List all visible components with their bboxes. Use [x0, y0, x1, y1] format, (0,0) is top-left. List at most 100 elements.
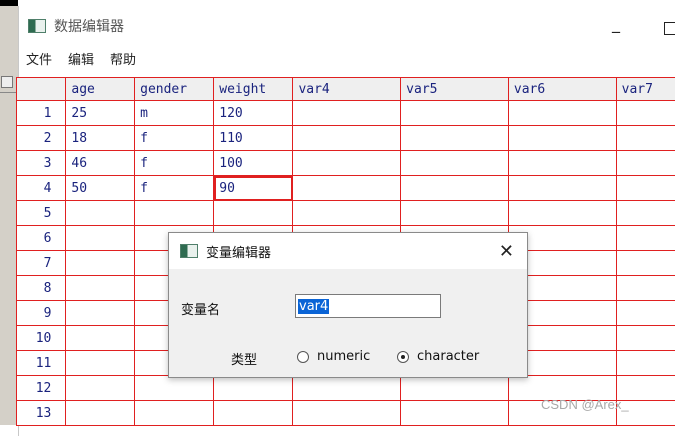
grid-cell[interactable]: [135, 376, 214, 401]
menu-help[interactable]: 帮助: [110, 49, 136, 68]
grid-cell[interactable]: [401, 176, 509, 201]
column-header[interactable]: age: [66, 78, 135, 101]
table-row: 218f110: [17, 126, 675, 151]
grid-cell[interactable]: [616, 201, 675, 226]
grid-cell[interactable]: [293, 176, 401, 201]
dialog-title: 变量编辑器: [206, 242, 271, 261]
grid-cell[interactable]: [616, 276, 675, 301]
row-header[interactable]: 13: [17, 401, 66, 426]
grid-cell[interactable]: [66, 351, 135, 376]
row-header[interactable]: 4: [17, 176, 66, 201]
grid-cell[interactable]: [66, 251, 135, 276]
grid-cell[interactable]: f: [135, 151, 214, 176]
grid-cell[interactable]: [616, 101, 675, 126]
grid-cell[interactable]: [401, 126, 509, 151]
close-icon[interactable]: ✕: [499, 241, 514, 262]
grid-cell[interactable]: [508, 101, 616, 126]
background-strip: [0, 0, 18, 6]
grid-cell[interactable]: [616, 326, 675, 351]
grid-cell[interactable]: [401, 151, 509, 176]
grid-cell[interactable]: [616, 301, 675, 326]
column-header[interactable]: var6: [508, 78, 616, 101]
grid-cell[interactable]: 100: [214, 151, 293, 176]
column-header[interactable]: weight: [214, 78, 293, 101]
grid-cell[interactable]: [293, 401, 401, 426]
grid-cell[interactable]: [508, 151, 616, 176]
grid-cell[interactable]: [616, 251, 675, 276]
corner-cell[interactable]: [17, 78, 66, 101]
grid-cell[interactable]: [401, 376, 509, 401]
grid-cell[interactable]: [135, 401, 214, 426]
row-header[interactable]: 1: [17, 101, 66, 126]
variable-name-label: 变量名: [181, 299, 220, 318]
grid-cell[interactable]: [293, 151, 401, 176]
minimize-button[interactable]: _: [612, 14, 620, 33]
grid-cell[interactable]: [293, 126, 401, 151]
grid-cell[interactable]: [66, 226, 135, 251]
row-header[interactable]: 10: [17, 326, 66, 351]
grid-cell[interactable]: 120: [214, 101, 293, 126]
grid-cell[interactable]: [616, 151, 675, 176]
grid-cell[interactable]: [66, 301, 135, 326]
grid-cell[interactable]: 25: [66, 101, 135, 126]
radio-checked-icon: [397, 351, 409, 363]
grid-cell[interactable]: f: [135, 176, 214, 201]
grid-cell[interactable]: 46: [66, 151, 135, 176]
radio-character[interactable]: character: [397, 349, 479, 364]
radio-label: character: [417, 349, 479, 364]
row-header[interactable]: 8: [17, 276, 66, 301]
row-header[interactable]: 11: [17, 351, 66, 376]
grid-cell[interactable]: 18: [66, 126, 135, 151]
app-icon: [180, 244, 198, 258]
grid-cell[interactable]: [401, 201, 509, 226]
row-header[interactable]: 9: [17, 301, 66, 326]
grid-cell[interactable]: [401, 101, 509, 126]
row-header[interactable]: 6: [17, 226, 66, 251]
grid-cell[interactable]: [214, 201, 293, 226]
grid-cell[interactable]: 90: [214, 176, 293, 201]
column-header[interactable]: var4: [293, 78, 401, 101]
grid-cell[interactable]: [293, 101, 401, 126]
grid-cell[interactable]: [616, 351, 675, 376]
grid-cell[interactable]: [293, 376, 401, 401]
grid-cell[interactable]: [214, 376, 293, 401]
grid-cell[interactable]: [616, 226, 675, 251]
background-window-icon: [1, 76, 13, 88]
grid-cell[interactable]: [508, 126, 616, 151]
menu-edit[interactable]: 编辑: [68, 49, 94, 68]
grid-cell[interactable]: [293, 201, 401, 226]
variable-name-value: var4: [298, 299, 329, 314]
grid-cell[interactable]: [66, 401, 135, 426]
grid-cell[interactable]: m: [135, 101, 214, 126]
column-header[interactable]: var5: [401, 78, 509, 101]
grid-cell[interactable]: [508, 176, 616, 201]
row-header[interactable]: 5: [17, 201, 66, 226]
row-header[interactable]: 12: [17, 376, 66, 401]
variable-name-input[interactable]: var4: [295, 294, 441, 318]
row-header[interactable]: 3: [17, 151, 66, 176]
row-header[interactable]: 7: [17, 251, 66, 276]
grid-cell[interactable]: [66, 326, 135, 351]
menu-file[interactable]: 文件: [26, 49, 52, 68]
window-title: 数据编辑器: [54, 16, 124, 36]
watermark: CSDN @Arex_: [541, 397, 629, 412]
maximize-button[interactable]: [664, 22, 675, 35]
row-header[interactable]: 2: [17, 126, 66, 151]
table-row: 346f100: [17, 151, 675, 176]
grid-cell[interactable]: [66, 276, 135, 301]
grid-cell[interactable]: [66, 376, 135, 401]
column-header[interactable]: var7: [616, 78, 675, 101]
grid-cell[interactable]: f: [135, 126, 214, 151]
column-header[interactable]: gender: [135, 78, 214, 101]
radio-numeric[interactable]: numeric: [297, 349, 370, 364]
grid-cell[interactable]: [214, 401, 293, 426]
grid-cell[interactable]: [508, 201, 616, 226]
grid-cell[interactable]: [616, 126, 675, 151]
table-row: 450f90: [17, 176, 675, 201]
grid-cell[interactable]: 50: [66, 176, 135, 201]
grid-cell[interactable]: [66, 201, 135, 226]
grid-cell[interactable]: 110: [214, 126, 293, 151]
grid-cell[interactable]: [401, 401, 509, 426]
grid-cell[interactable]: [135, 201, 214, 226]
grid-cell[interactable]: [616, 176, 675, 201]
